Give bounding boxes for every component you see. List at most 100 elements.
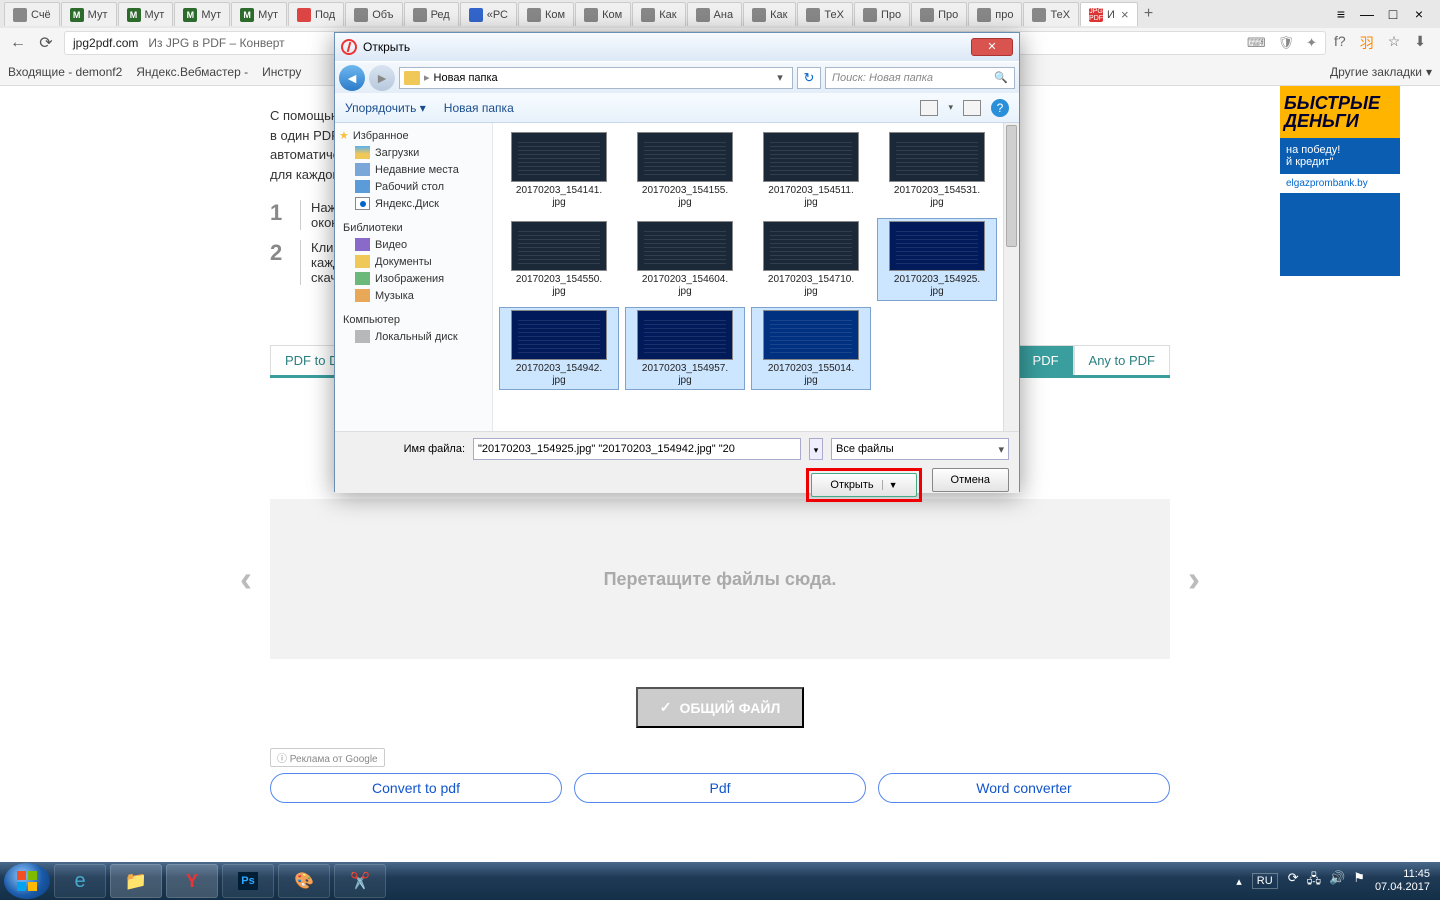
browser-tab[interactable]: Как (632, 2, 685, 26)
ad-link[interactable]: Convert to pdf (270, 773, 562, 803)
new-folder-button[interactable]: Новая папка (444, 101, 514, 115)
sidebar-music[interactable]: Музыка (339, 287, 488, 304)
refresh-button[interactable]: ↻ (797, 67, 821, 89)
browser-tab[interactable]: Про (854, 2, 910, 26)
chevron-down-icon[interactable]: ▾ (948, 102, 953, 113)
font-icon[interactable]: f? (1334, 33, 1346, 53)
file-item[interactable]: 20170203_154957.jpg (625, 307, 745, 390)
tab-close-icon[interactable]: × (1121, 7, 1129, 22)
start-button[interactable] (4, 863, 50, 899)
tray-expand-icon[interactable]: ▴ (1236, 875, 1242, 888)
breadcrumb[interactable]: ▸ Новая папка ▾ (399, 67, 793, 89)
tab-any-to-pdf[interactable]: Any to PDF (1074, 345, 1170, 375)
bookmark-link[interactable]: Инстру (262, 65, 301, 79)
chevron-left-icon[interactable]: ‹ (240, 558, 252, 600)
volume-icon[interactable]: 🔊 (1329, 870, 1345, 892)
preview-pane-button[interactable] (963, 100, 981, 116)
browser-tab[interactable]: Ана (687, 2, 743, 26)
filename-dropdown[interactable]: ▾ (809, 438, 823, 460)
bookmark-icon[interactable]: ☆ (1388, 33, 1401, 53)
taskbar-explorer[interactable]: 📁 (110, 864, 162, 898)
side-banner-ad[interactable]: БЫСТРЫЕ ДЕНЬГИ на победу!й кредит" elgaz… (1280, 86, 1400, 276)
other-bookmarks[interactable]: Другие закладки (1330, 65, 1422, 79)
file-item[interactable]: 20170203_154531.jpg (877, 129, 997, 212)
flag-icon[interactable]: ⚑ (1353, 870, 1365, 892)
back-button[interactable]: ← (8, 33, 28, 53)
file-item[interactable]: 20170203_154141.jpg (499, 129, 619, 212)
browser-tab[interactable]: Счё (4, 2, 60, 26)
browser-tab[interactable]: Ред (404, 2, 459, 26)
nav-forward-button[interactable]: ► (369, 65, 395, 91)
bookmark-link[interactable]: Яндекс.Вебмастер - (136, 65, 248, 79)
taskbar-photoshop[interactable]: Ps (222, 864, 274, 898)
help-icon[interactable]: ? (991, 99, 1009, 117)
file-item[interactable]: 20170203_154155.jpg (625, 129, 745, 212)
taskbar-ie[interactable]: e (54, 864, 106, 898)
rss-icon[interactable]: ⽻ (1360, 33, 1374, 53)
dialog-close-button[interactable]: ✕ (971, 38, 1013, 56)
sidebar-recent[interactable]: Недавние места (339, 161, 488, 178)
taskbar-snipping[interactable]: ✂️ (334, 864, 386, 898)
browser-tab[interactable]: «РС (460, 2, 517, 26)
chevron-down-icon[interactable]: ▾ (772, 71, 788, 84)
minimize-icon[interactable]: — (1358, 6, 1376, 22)
clock[interactable]: 11:45 07.04.2017 (1375, 868, 1430, 894)
browser-tab[interactable]: Ком (575, 2, 631, 26)
file-item[interactable]: 20170203_154925.jpg (877, 218, 997, 301)
network-icon[interactable]: 🖧 (1307, 870, 1322, 892)
breadcrumb-folder[interactable]: Новая папка (434, 72, 498, 84)
sidebar-downloads[interactable]: Загрузки (339, 144, 488, 161)
browser-tab[interactable]: Как (743, 2, 796, 26)
ad-link[interactable]: Word converter (878, 773, 1170, 803)
merge-button[interactable]: ✓ ОБЩИЙ ФАЙЛ (636, 687, 805, 728)
browser-tab-active[interactable]: JPGPDFИ× (1080, 2, 1138, 26)
keyboard-icon[interactable]: ⌨ (1247, 35, 1266, 51)
tab-pdf[interactable]: PDF (1018, 345, 1074, 375)
sidebar-computer[interactable]: Компьютер (339, 314, 488, 326)
menu-icon[interactable]: ≡ (1332, 6, 1350, 22)
chevron-down-icon[interactable]: ▼ (882, 480, 898, 490)
view-mode-button[interactable] (920, 100, 938, 116)
new-tab-button[interactable]: + (1139, 5, 1159, 23)
sidebar-yandex-disk[interactable]: Яндекс.Диск (339, 195, 488, 212)
open-button[interactable]: Открыть▼ (811, 473, 916, 497)
taskbar-app[interactable]: 🎨 (278, 864, 330, 898)
browser-tab[interactable]: Про (911, 2, 967, 26)
shield-icon[interactable]: 🛡 (1278, 35, 1295, 51)
nav-back-button[interactable]: ◄ (339, 65, 365, 91)
sidebar-favorites[interactable]: ★Избранное (339, 129, 488, 142)
file-list[interactable]: 20170203_154141.jpg20170203_154155.jpg20… (493, 123, 1019, 431)
chevron-right-icon[interactable]: › (1188, 558, 1200, 600)
file-item[interactable]: 20170203_154710.jpg (751, 218, 871, 301)
browser-tab[interactable]: ТеХ (797, 2, 853, 26)
browser-tab[interactable]: MМут (61, 2, 117, 26)
language-indicator[interactable]: RU (1252, 873, 1278, 889)
file-type-select[interactable]: Все файлы▾ (831, 438, 1009, 460)
taskbar-yandex[interactable]: Y (166, 864, 218, 898)
browser-tab[interactable]: Под (288, 2, 344, 26)
close-icon[interactable]: × (1410, 6, 1428, 22)
sync-icon[interactable]: ⟳ (1288, 870, 1299, 892)
dialog-titlebar[interactable]: Открыть ✕ (335, 33, 1019, 61)
browser-tab[interactable]: MМут (174, 2, 230, 26)
search-input[interactable]: Поиск: Новая папка 🔍 (825, 67, 1015, 89)
browser-tab[interactable]: ТеХ (1023, 2, 1079, 26)
sidebar-desktop[interactable]: Рабочий стол (339, 178, 488, 195)
vertical-scrollbar[interactable] (1003, 123, 1019, 431)
browser-tab[interactable]: MМут (118, 2, 174, 26)
rosette-icon[interactable]: ✦ (1306, 35, 1317, 51)
sidebar-local-disk[interactable]: Локальный диск (339, 328, 488, 345)
file-item[interactable]: 20170203_154511.jpg (751, 129, 871, 212)
file-item[interactable]: 20170203_154604.jpg (625, 218, 745, 301)
chevron-down-icon[interactable]: ▾ (1426, 65, 1432, 79)
sidebar-libraries[interactable]: Библиотеки (339, 222, 488, 234)
cancel-button[interactable]: Отмена (932, 468, 1009, 492)
browser-tab[interactable]: MМут (231, 2, 287, 26)
browser-tab[interactable]: Объ (345, 2, 402, 26)
sidebar-videos[interactable]: Видео (339, 236, 488, 253)
browser-tab[interactable]: про (968, 2, 1022, 26)
file-item[interactable]: 20170203_154942.jpg (499, 307, 619, 390)
organize-menu[interactable]: Упорядочить ▾ (345, 101, 426, 115)
browser-tab[interactable]: Ком (518, 2, 574, 26)
filename-input[interactable] (473, 438, 801, 460)
